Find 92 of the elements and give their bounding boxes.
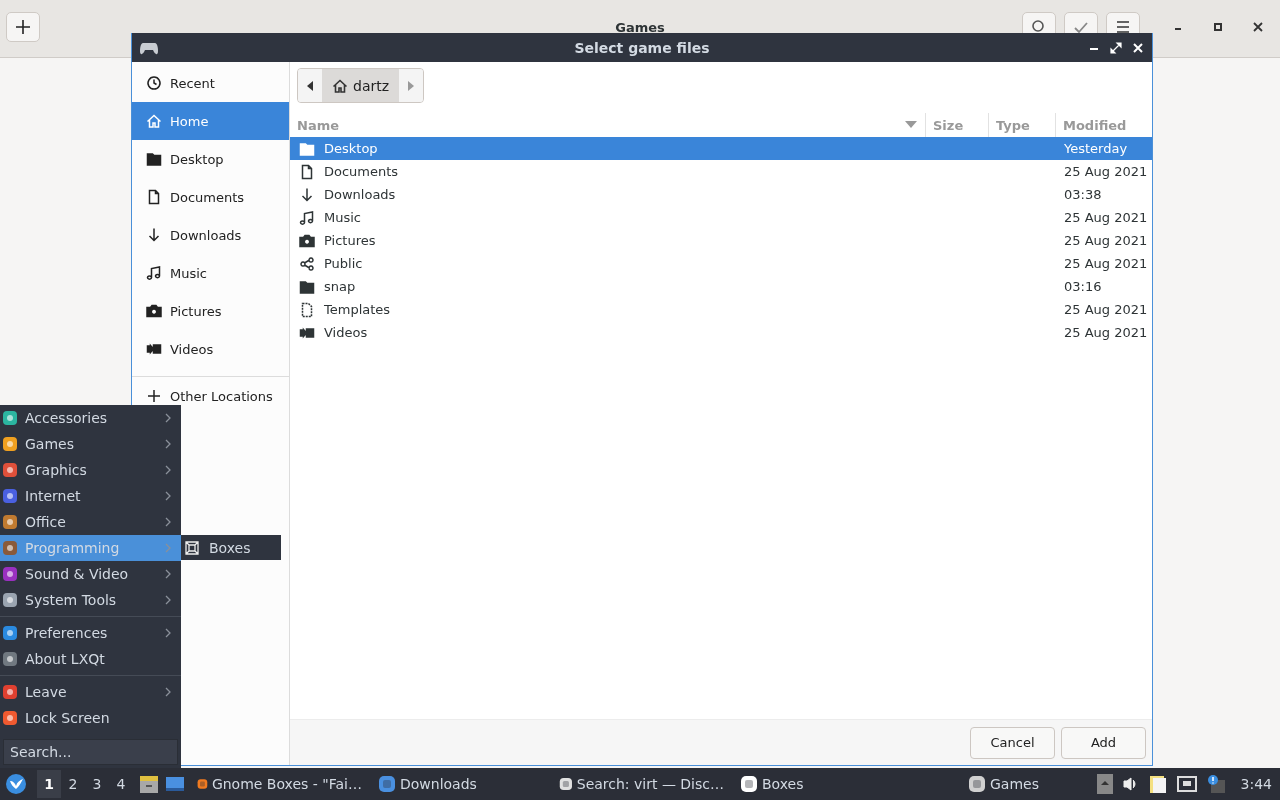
plus-icon [15, 19, 31, 35]
file-name: Downloads [324, 187, 396, 202]
modified-date: 25 Aug 2021 [1063, 325, 1149, 340]
file-name: Public [324, 256, 363, 271]
document-icon [299, 301, 315, 318]
sidebar-item[interactable]: Desktop [132, 140, 289, 178]
file-name: Pictures [324, 233, 376, 248]
file-name: Music [324, 210, 361, 225]
add-button[interactable]: Add [1061, 726, 1146, 759]
plus-icon [146, 388, 162, 404]
file-name: snap [324, 279, 356, 294]
left-arrow-icon [306, 79, 314, 92]
home-icon [332, 77, 348, 94]
taskbar-button[interactable]: Search: virt — Disc… [551, 769, 732, 799]
down-arrow-icon [146, 227, 162, 243]
menu-item[interactable]: Boxes [181, 535, 281, 560]
share-icon [299, 255, 315, 272]
menu-item[interactable]: Graphics [0, 457, 181, 483]
file-row[interactable]: Desktop Yesterday [290, 137, 1152, 160]
cancel-button[interactable]: Cancel [970, 726, 1055, 759]
menu-item[interactable]: System Tools [0, 587, 181, 613]
modified-date: 25 Aug 2021 [1063, 233, 1149, 248]
file-row[interactable]: Downloads 03:38 [290, 183, 1152, 206]
taskbar-button[interactable]: Downloads [370, 769, 551, 799]
sidebar-item[interactable]: Videos [132, 330, 289, 368]
clock: 3:44 [1240, 776, 1272, 792]
add-button[interactable] [6, 12, 40, 42]
menu-item[interactable]: Office [0, 509, 181, 535]
menu-item[interactable]: Leave [0, 679, 181, 705]
search-icon [1031, 19, 1047, 35]
taskbar-button[interactable]: Games [913, 769, 1094, 799]
clock-icon [146, 75, 162, 91]
maximize-icon[interactable] [1212, 21, 1224, 33]
taskbar-button[interactable]: Gnome Boxes - "Fai… [189, 769, 370, 799]
file-name: Desktop [324, 141, 378, 156]
file-row[interactable]: Public 25 Aug 2021 [290, 252, 1152, 275]
camera-icon [299, 232, 315, 249]
file-name: Templates [324, 302, 391, 317]
modified-date: Yesterday [1063, 141, 1129, 156]
camera-icon [146, 303, 162, 319]
video-icon [146, 341, 162, 357]
desktop-button[interactable]: 1 [37, 770, 61, 798]
menu-item[interactable]: Preferences [0, 620, 181, 646]
start-menu-icon[interactable] [5, 773, 27, 795]
music-note-icon [146, 265, 162, 281]
file-row[interactable]: snap 03:16 [290, 275, 1152, 298]
down-arrow-icon [299, 186, 315, 203]
modified-date: 03:16 [1063, 279, 1103, 294]
clipboard-icon[interactable] [1148, 774, 1167, 794]
home-icon [146, 113, 162, 129]
file-row[interactable]: Documents 25 Aug 2021 [290, 160, 1152, 183]
document-icon [299, 163, 315, 180]
window-title: Games [615, 20, 665, 35]
file-name: Videos [324, 325, 368, 340]
menu-item[interactable]: Games [0, 431, 181, 457]
file-row[interactable]: Pictures 25 Aug 2021 [290, 229, 1152, 252]
sidebar-item[interactable]: Downloads [132, 216, 289, 254]
dialog-title: Select game files [574, 39, 710, 56]
file-row[interactable]: Videos 25 Aug 2021 [290, 321, 1152, 344]
desktop-button[interactable]: 2 [61, 770, 85, 798]
desktop-button[interactable]: 4 [109, 770, 133, 798]
notification-icon[interactable] [1206, 774, 1225, 794]
menu-item[interactable]: Internet [0, 483, 181, 509]
desktop-button[interactable]: 3 [85, 770, 109, 798]
file-row[interactable]: Templates 25 Aug 2021 [290, 298, 1152, 321]
tray-expand-icon[interactable] [1096, 774, 1113, 794]
sidebar-item[interactable]: Home [132, 102, 289, 140]
window-icon[interactable] [165, 774, 185, 794]
search-field[interactable]: Search... [3, 739, 178, 765]
music-note-icon [299, 209, 315, 226]
sidebar-item[interactable]: Music [132, 254, 289, 292]
menu-item[interactable]: Sound & Video [0, 561, 181, 587]
sidebar-item[interactable]: Recent [132, 64, 289, 102]
volume-icon[interactable] [1122, 776, 1139, 792]
document-icon [146, 189, 162, 205]
file-cabinet-icon[interactable] [139, 774, 159, 794]
menu-item[interactable]: Lock Screen [0, 705, 181, 731]
modified-date: 25 Aug 2021 [1063, 210, 1149, 225]
modified-date: 25 Aug 2021 [1063, 302, 1149, 317]
modified-date: 25 Aug 2021 [1063, 164, 1149, 179]
file-row[interactable]: Music 25 Aug 2021 [290, 206, 1152, 229]
modified-date: 03:38 [1063, 187, 1103, 202]
file-name: Documents [324, 164, 399, 179]
modified-date: 25 Aug 2021 [1063, 256, 1149, 271]
path-button[interactable]: dartz [322, 69, 400, 102]
sidebar-item[interactable]: Documents [132, 178, 289, 216]
menu-item[interactable]: About LXQt [0, 646, 181, 672]
close-icon[interactable] [1252, 21, 1264, 33]
maximize-icon[interactable] [1110, 41, 1122, 54]
right-arrow-icon [407, 79, 416, 92]
sidebar-item[interactable]: Pictures [132, 292, 289, 330]
taskbar-button[interactable]: Boxes [732, 769, 913, 799]
